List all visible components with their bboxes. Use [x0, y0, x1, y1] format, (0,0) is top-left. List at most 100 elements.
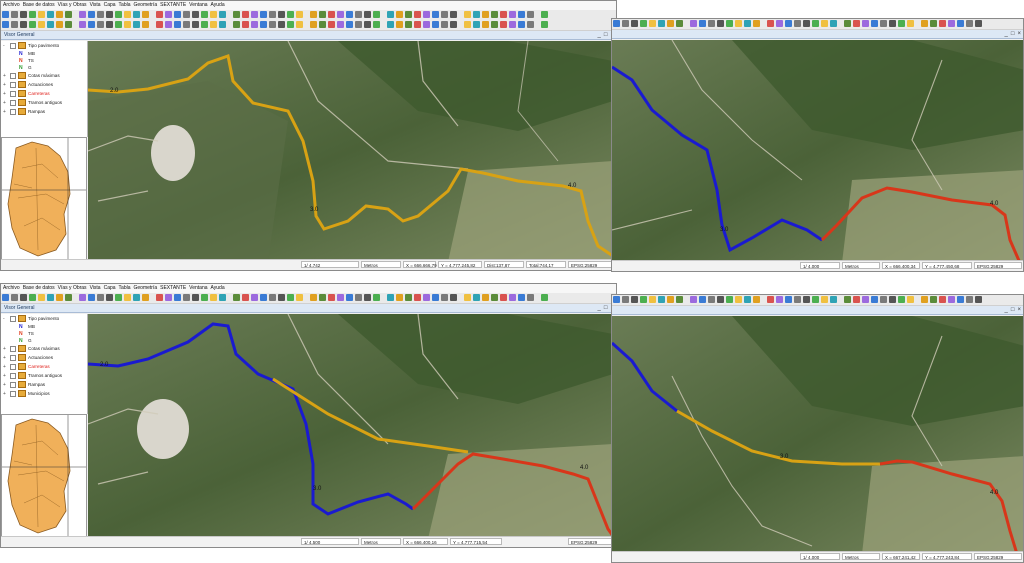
toolbar-tool-button[interactable]: [423, 294, 430, 301]
toolbar-tool-button[interactable]: [812, 296, 819, 303]
toolbar-tool-button[interactable]: [233, 21, 240, 28]
map-view[interactable]: 3.0 4.0: [612, 316, 1023, 554]
minimize-button[interactable]: _: [598, 32, 601, 38]
toolbar-tool-button[interactable]: [192, 294, 199, 301]
toolbar-tool-button[interactable]: [509, 21, 516, 28]
toolbar-tool-button[interactable]: [287, 21, 294, 28]
toolbar-tool-button[interactable]: [794, 296, 801, 303]
layer-item[interactable]: + Actuaciones: [1, 353, 87, 362]
menu-tabla[interactable]: Tabla: [119, 2, 131, 8]
toolbar-tool-button[interactable]: [649, 20, 656, 27]
toolbar-tool-button[interactable]: [658, 296, 665, 303]
toolbar-tool-button[interactable]: [387, 21, 394, 28]
toolbar-tool-button[interactable]: [115, 11, 122, 18]
toolbar-tool-button[interactable]: [464, 11, 471, 18]
toolbar-tool-button[interactable]: [210, 294, 217, 301]
toolbar-tool-button[interactable]: [939, 20, 946, 27]
scale-field[interactable]: 1/ 4.500: [301, 538, 359, 545]
toolbar-tool-button[interactable]: [527, 11, 534, 18]
toolbar-tool-button[interactable]: [387, 294, 394, 301]
toolbar-tool-button[interactable]: [464, 21, 471, 28]
toolbar-tool-button[interactable]: [450, 21, 457, 28]
layer-checkbox[interactable]: [10, 42, 16, 49]
toolbar-tool-button[interactable]: [889, 296, 896, 303]
map-view[interactable]: 2.0 3.0 4.0: [88, 314, 613, 539]
toolbar-tool-button[interactable]: [97, 21, 104, 28]
toolbar-tool-button[interactable]: [889, 20, 896, 27]
toolbar-tool-button[interactable]: [310, 294, 317, 301]
close-button[interactable]: ×: [1017, 31, 1021, 37]
toolbar-tool-button[interactable]: [880, 296, 887, 303]
menu-tabla[interactable]: Tabla: [119, 285, 131, 291]
maximize-button[interactable]: □: [1011, 31, 1015, 37]
toolbar-tool-button[interactable]: [735, 296, 742, 303]
toolbar-tool-button[interactable]: [699, 20, 706, 27]
menu-ayuda[interactable]: Ayuda: [211, 2, 225, 8]
menu-vista[interactable]: Vista: [90, 2, 101, 8]
toolbar-tool-button[interactable]: [414, 11, 421, 18]
layer-item-selected[interactable]: + Carreteras: [1, 89, 87, 98]
toolbar-tool-button[interactable]: [29, 294, 36, 301]
toolbar-tool-button[interactable]: [844, 296, 851, 303]
toolbar-tool-button[interactable]: [192, 21, 199, 28]
toolbar-tool-button[interactable]: [744, 20, 751, 27]
toolbar-tool-button[interactable]: [251, 294, 258, 301]
toolbar-tool-button[interactable]: [622, 296, 629, 303]
toolbar-tool-button[interactable]: [219, 21, 226, 28]
layer-item-selected[interactable]: + Carreteras: [1, 362, 87, 371]
toolbar-tool-button[interactable]: [219, 294, 226, 301]
menu-capa[interactable]: Capa: [104, 285, 116, 291]
toolbar-tool-button[interactable]: [821, 296, 828, 303]
toolbar-tool-button[interactable]: [201, 11, 208, 18]
toolbar-tool-button[interactable]: [966, 296, 973, 303]
toolbar-tool-button[interactable]: [296, 21, 303, 28]
toolbar-tool-button[interactable]: [518, 21, 525, 28]
toolbar-tool-button[interactable]: [699, 296, 706, 303]
toolbar-tool-button[interactable]: [278, 21, 285, 28]
toolbar-tool-button[interactable]: [29, 21, 36, 28]
toolbar-tool-button[interactable]: [776, 20, 783, 27]
toolbar-tool-button[interactable]: [373, 11, 380, 18]
toolbar-tool-button[interactable]: [65, 11, 72, 18]
toolbar-tool-button[interactable]: [165, 11, 172, 18]
toolbar-tool-button[interactable]: [491, 21, 498, 28]
toolbar-tool-button[interactable]: [930, 20, 937, 27]
toolbar-tool-button[interactable]: [287, 294, 294, 301]
toolbar-tool-button[interactable]: [482, 294, 489, 301]
layer-item[interactable]: + Actuaciones: [1, 80, 87, 89]
toolbar-tool-button[interactable]: [907, 296, 914, 303]
map-view[interactable]: 2.0 3.0 4.0: [88, 41, 613, 262]
toolbar-tool-button[interactable]: [11, 11, 18, 18]
legend-group-tipo-pavimento[interactable]: - Tipo pavimento: [1, 41, 87, 50]
toolbar-tool-button[interactable]: [373, 21, 380, 28]
legend-group-tipo-pavimento[interactable]: - Tipo pavimento: [1, 314, 87, 323]
toolbar-tool-button[interactable]: [210, 11, 217, 18]
menu-archivo[interactable]: Archivo: [3, 285, 20, 291]
close-button[interactable]: ×: [1017, 307, 1021, 313]
scale-field[interactable]: 1/ 4.000: [800, 553, 840, 560]
toolbar-tool-button[interactable]: [518, 294, 525, 301]
toolbar-tool-button[interactable]: [355, 294, 362, 301]
toolbar-tool-button[interactable]: [2, 294, 9, 301]
toolbar-tool-button[interactable]: [38, 21, 45, 28]
toolbar-tool-button[interactable]: [192, 11, 199, 18]
toolbar-tool-button[interactable]: [124, 294, 131, 301]
toolbar-tool-button[interactable]: [337, 294, 344, 301]
toolbar-tool-button[interactable]: [142, 21, 149, 28]
toolbar-tool-button[interactable]: [201, 294, 208, 301]
menu-sextante[interactable]: SEXTANTE: [160, 285, 186, 291]
toolbar-tool-button[interactable]: [183, 21, 190, 28]
toolbar-tool-button[interactable]: [785, 296, 792, 303]
toolbar-tool-button[interactable]: [319, 21, 326, 28]
toolbar-tool-button[interactable]: [450, 294, 457, 301]
toolbar-tool-button[interactable]: [414, 294, 421, 301]
toolbar-tool-button[interactable]: [156, 294, 163, 301]
maximize-button[interactable]: □: [1011, 307, 1015, 313]
toolbar-tool-button[interactable]: [613, 296, 620, 303]
toolbar-tool-button[interactable]: [242, 21, 249, 28]
toolbar-tool-button[interactable]: [432, 21, 439, 28]
maximize-button[interactable]: □: [604, 32, 608, 38]
toolbar-tool-button[interactable]: [939, 296, 946, 303]
toolbar-tool-button[interactable]: [328, 11, 335, 18]
toolbar-tool-button[interactable]: [432, 294, 439, 301]
